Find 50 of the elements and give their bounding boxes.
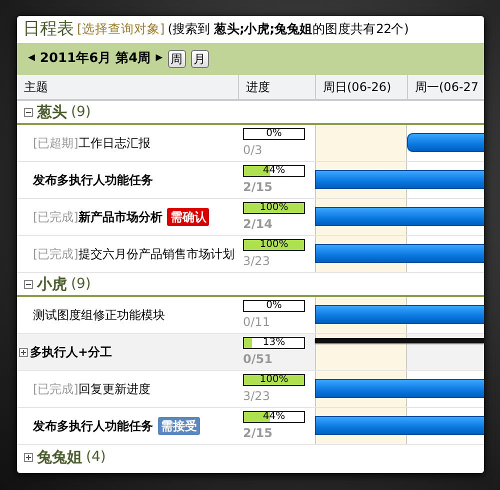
task-count: 0/11: [243, 314, 271, 331]
task-count: 2/15: [243, 179, 274, 196]
task-count: 0/3: [243, 142, 264, 159]
group-count: (9): [71, 274, 91, 294]
progress-bar: 0%: [243, 300, 305, 312]
task-title[interactable]: 发布多执行人功能任务: [33, 417, 153, 435]
progress-bar: 0%: [243, 128, 305, 140]
view-button[interactable]: 周: [168, 50, 186, 68]
task-count: 3/23: [243, 388, 271, 405]
task-count: 0/51: [243, 351, 274, 368]
group-count: (4): [86, 448, 106, 466]
column-header: 主题: [23, 79, 49, 96]
previous-button[interactable]: ◀: [28, 52, 35, 66]
collapse-icon[interactable]: [24, 280, 33, 288]
group-name: 兔兔姐: [37, 446, 82, 468]
task-status: [已超期]: [33, 135, 78, 152]
task-status: [已完成]: [33, 209, 78, 226]
column-header: 进度: [238, 75, 315, 99]
progress-bar: 100%: [243, 202, 305, 214]
task-count: 2/15: [243, 425, 274, 442]
expand-icon[interactable]: [24, 452, 33, 462]
task-status: [已完成]: [33, 246, 78, 263]
task-title[interactable]: 提交六月份产品销售市场计划: [78, 245, 234, 263]
task-status: [已完成]: [33, 381, 78, 398]
select-query-link[interactable]: [选择查询对象]: [77, 20, 165, 39]
progress-bar: 100%: [243, 239, 305, 251]
search-summary: (搜索到 葱头;小虎;兔兔姐的图度共有22个): [168, 20, 409, 38]
task-title[interactable]: 测试图度组修正功能模块: [33, 306, 165, 324]
task-title[interactable]: 多执行人+分工: [30, 343, 112, 361]
status-tag: 需接受: [158, 417, 200, 435]
task-title[interactable]: 发布多执行人功能任务: [33, 171, 153, 189]
period-label: 2011年6月 第4周: [40, 50, 151, 68]
expand-icon[interactable]: [19, 348, 28, 356]
view-button[interactable]: 月: [190, 50, 209, 68]
window-title: 日程表: [23, 18, 74, 41]
group-name: 葱头: [37, 102, 67, 123]
task-count: 2/14: [243, 216, 274, 233]
progress-bar: 13%: [243, 337, 305, 349]
collapse-icon[interactable]: [24, 108, 33, 116]
task-count: 3/23: [243, 253, 271, 270]
task-title[interactable]: 工作日志汇报: [78, 134, 150, 152]
status-tag: 需确认: [167, 208, 210, 226]
column-header: 周日(06-26): [315, 75, 407, 99]
group-count: (9): [71, 102, 91, 122]
next-button[interactable]: ▶: [156, 52, 163, 66]
group-name: 小虎: [37, 274, 67, 295]
task-title[interactable]: 新产品市场分析: [78, 208, 162, 226]
column-header: 周一(06-27: [407, 75, 484, 99]
task-title[interactable]: 回复更新进度: [78, 380, 150, 398]
progress-bar: 100%: [243, 374, 305, 386]
